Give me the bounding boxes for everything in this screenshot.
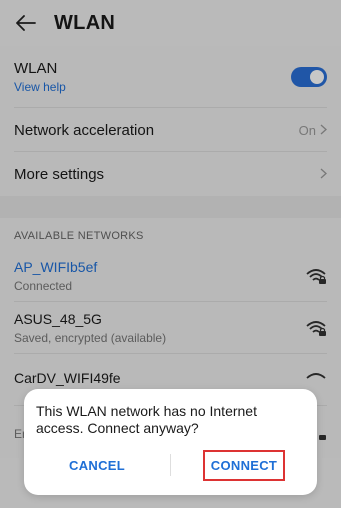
- cancel-button[interactable]: CANCEL: [24, 458, 170, 473]
- dialog-actions: CANCEL CONNECT: [24, 447, 317, 483]
- no-internet-dialog: This WLAN network has no Internet access…: [24, 389, 317, 495]
- connect-button[interactable]: CONNECT: [202, 449, 286, 481]
- dialog-message: This WLAN network has no Internet access…: [36, 403, 257, 436]
